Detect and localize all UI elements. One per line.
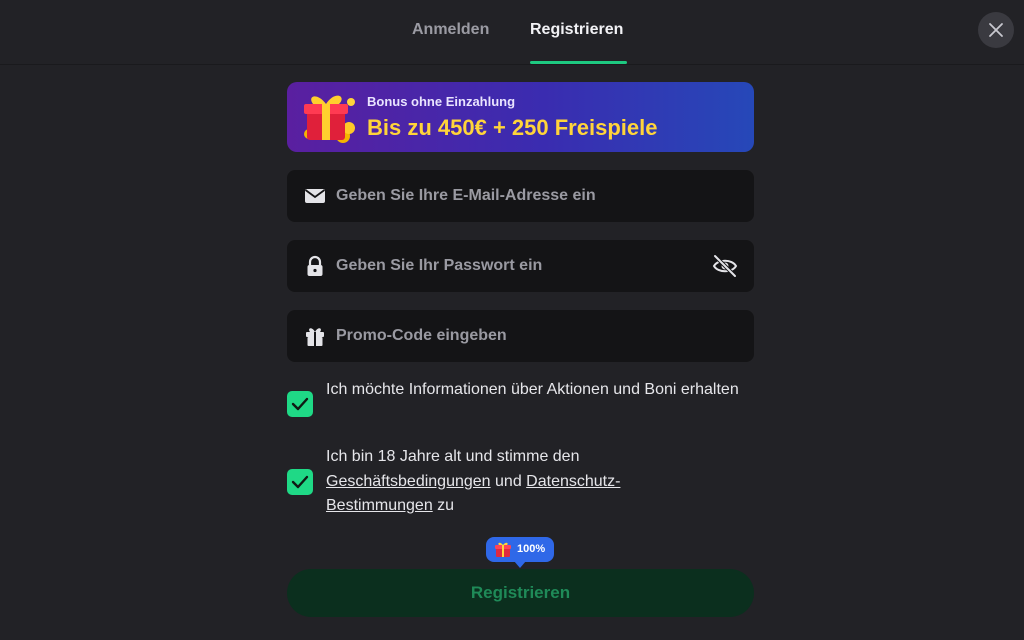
progress-badge-text: 100% — [517, 543, 546, 555]
auth-tabs: Anmelden Registrieren — [0, 0, 1024, 65]
marketing-consent-checkbox[interactable] — [287, 391, 313, 417]
terms-consent-label: Ich bin 18 Jahre alt und stimme den Gesc… — [326, 445, 666, 519]
email-input[interactable] — [336, 170, 696, 222]
tab-register[interactable]: Registrieren — [530, 0, 623, 65]
bonus-banner[interactable]: Bonus ohne Einzahlung Bis zu 450€ + 250 … — [287, 82, 754, 152]
terms-consent-checkbox[interactable] — [287, 469, 313, 495]
eye-off-icon — [712, 254, 738, 278]
password-field-wrapper — [287, 240, 754, 292]
lock-icon — [307, 255, 323, 276]
active-tab-indicator — [530, 61, 627, 64]
checkmark-icon — [291, 397, 309, 411]
banner-title: Bis zu 450€ + 250 Freispiele — [367, 115, 658, 140]
tab-login[interactable]: Anmelden — [412, 0, 489, 65]
password-input[interactable] — [336, 240, 696, 292]
terms-link[interactable]: Geschäftsbedingungen — [326, 473, 491, 490]
gift-box-icon — [304, 95, 355, 143]
terms-text-and: und — [490, 472, 527, 490]
terms-text-after: zu — [432, 497, 455, 514]
close-icon — [989, 23, 1003, 37]
progress-badge: 100% — [486, 537, 554, 568]
promo-code-input[interactable] — [336, 310, 696, 362]
top-bar: Anmelden Registrieren — [0, 0, 1024, 65]
banner-subtitle: Bonus ohne Einzahlung — [367, 94, 516, 109]
envelope-icon — [304, 189, 326, 203]
register-submit-button[interactable]: Registrieren — [287, 569, 754, 617]
toggle-password-visibility[interactable] — [712, 253, 738, 279]
promo-field-wrapper — [287, 310, 754, 362]
terms-text-before: Ich bin 18 Jahre alt und stimme den — [326, 448, 580, 465]
email-field-wrapper — [287, 170, 754, 222]
privacy-link-part1[interactable]: Datenschutz- — [526, 473, 620, 490]
gift-icon — [306, 328, 324, 346]
checkmark-icon — [291, 475, 309, 489]
privacy-link-part2[interactable]: Bestimmungen — [326, 497, 433, 514]
close-button[interactable] — [978, 12, 1014, 48]
gift-box-icon — [495, 542, 511, 557]
marketing-consent-label: Ich möchte Informationen über Aktionen u… — [326, 381, 739, 398]
